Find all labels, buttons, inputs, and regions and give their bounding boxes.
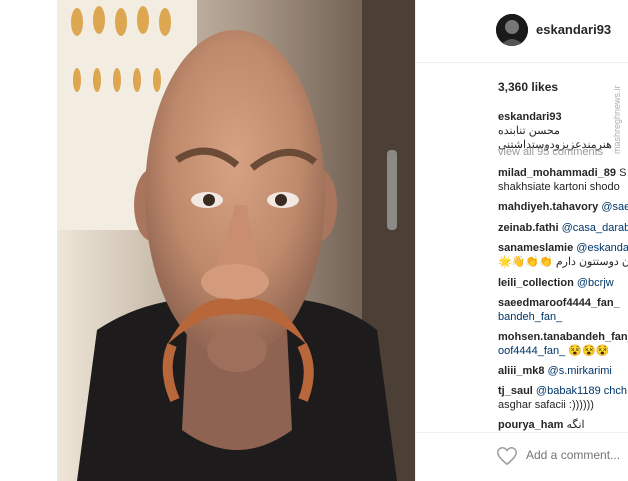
- watermark: mashreghnews.ir: [612, 85, 622, 154]
- post-photo[interactable]: [57, 0, 415, 481]
- avatar[interactable]: [496, 14, 528, 46]
- caption-line-1: محسن تنابنده: [498, 125, 560, 137]
- add-comment-input[interactable]: [526, 448, 626, 462]
- comment-item: aliii_mk8 @s.mirkarimi: [498, 364, 612, 378]
- comment-username[interactable]: saeedmaroof4444_fan_: [498, 297, 620, 309]
- view-all-comments-link[interactable]: view all 95 comments: [498, 146, 603, 158]
- comment-mention[interactable]: @casa_darab: [562, 222, 628, 234]
- comment-mention[interactable]: @saeedmaroo: [601, 201, 628, 213]
- avatar-image: [496, 14, 528, 46]
- comment-item: zeinab.fathi @casa_darab: [498, 221, 628, 235]
- comment-text-line2[interactable]: oof4444_fan_ 😵😵😵: [498, 344, 628, 358]
- comment-item: saeedmaroof4444_fan_ bandeh_fan_: [498, 296, 620, 324]
- comment-text-line2: برتوان دوستتون دارم 👏👏👋🌟: [498, 256, 628, 268]
- comment-item: sanameslamie @eskanda برتوان دوستتون دار…: [498, 241, 628, 269]
- heart-icon[interactable]: [496, 445, 518, 467]
- comment-item: tj_saul @babak1189 chch asghar safacii :…: [498, 384, 627, 412]
- portrait-image: [57, 0, 415, 481]
- comment-text: انگه: [566, 419, 585, 431]
- post-username[interactable]: eskandari93: [536, 22, 611, 37]
- comment-item: leili_collection @bcrjw: [498, 276, 614, 290]
- comment-username[interactable]: zeinab.fathi: [498, 222, 559, 234]
- post-footer: [416, 432, 628, 481]
- comment-text-line2[interactable]: bandeh_fan_: [498, 310, 620, 324]
- comment-username[interactable]: sanameslamie: [498, 242, 573, 254]
- comment-mention[interactable]: @babak1189 chch: [536, 385, 627, 397]
- comment-text: S: [619, 167, 627, 179]
- comment-username[interactable]: milad_mohammadi_89: [498, 167, 616, 179]
- comment-username[interactable]: mahdiyeh.tahavory: [498, 201, 598, 213]
- comment-username[interactable]: pourya_ham: [498, 419, 563, 431]
- comment-mention[interactable]: @s.mirkarimi: [548, 365, 612, 377]
- comment-item: mahdiyeh.tahavory @saeedmaroo: [498, 200, 628, 214]
- comment-username[interactable]: leili_collection: [498, 277, 574, 289]
- caption-username[interactable]: eskandari93: [498, 111, 562, 123]
- comments-panel: eskandari93 mashreghnews.ir 3,360 likes …: [416, 0, 628, 481]
- comment-item: pourya_ham انگه: [498, 418, 585, 432]
- comment-username[interactable]: tj_saul: [498, 385, 533, 397]
- likes-count[interactable]: 3,360 likes: [498, 80, 558, 94]
- comment-mention[interactable]: @bcrjw: [577, 277, 614, 289]
- comment-text-line2: shakhsiate kartoni shodo: [498, 181, 620, 193]
- post-header: eskandari93: [416, 0, 628, 63]
- comment-username[interactable]: mohsen.tanabandeh_fan_: [498, 331, 628, 343]
- comment-text-line2: asghar safacii :)))))): [498, 399, 594, 411]
- comment-item: mohsen.tanabandeh_fan_ oof4444_fan_ 😵😵😵: [498, 330, 628, 358]
- comment-username[interactable]: aliii_mk8: [498, 365, 544, 377]
- comment-mention[interactable]: @eskanda: [576, 242, 628, 254]
- comment-item: milad_mohammadi_89 S shakhsiate kartoni …: [498, 166, 626, 194]
